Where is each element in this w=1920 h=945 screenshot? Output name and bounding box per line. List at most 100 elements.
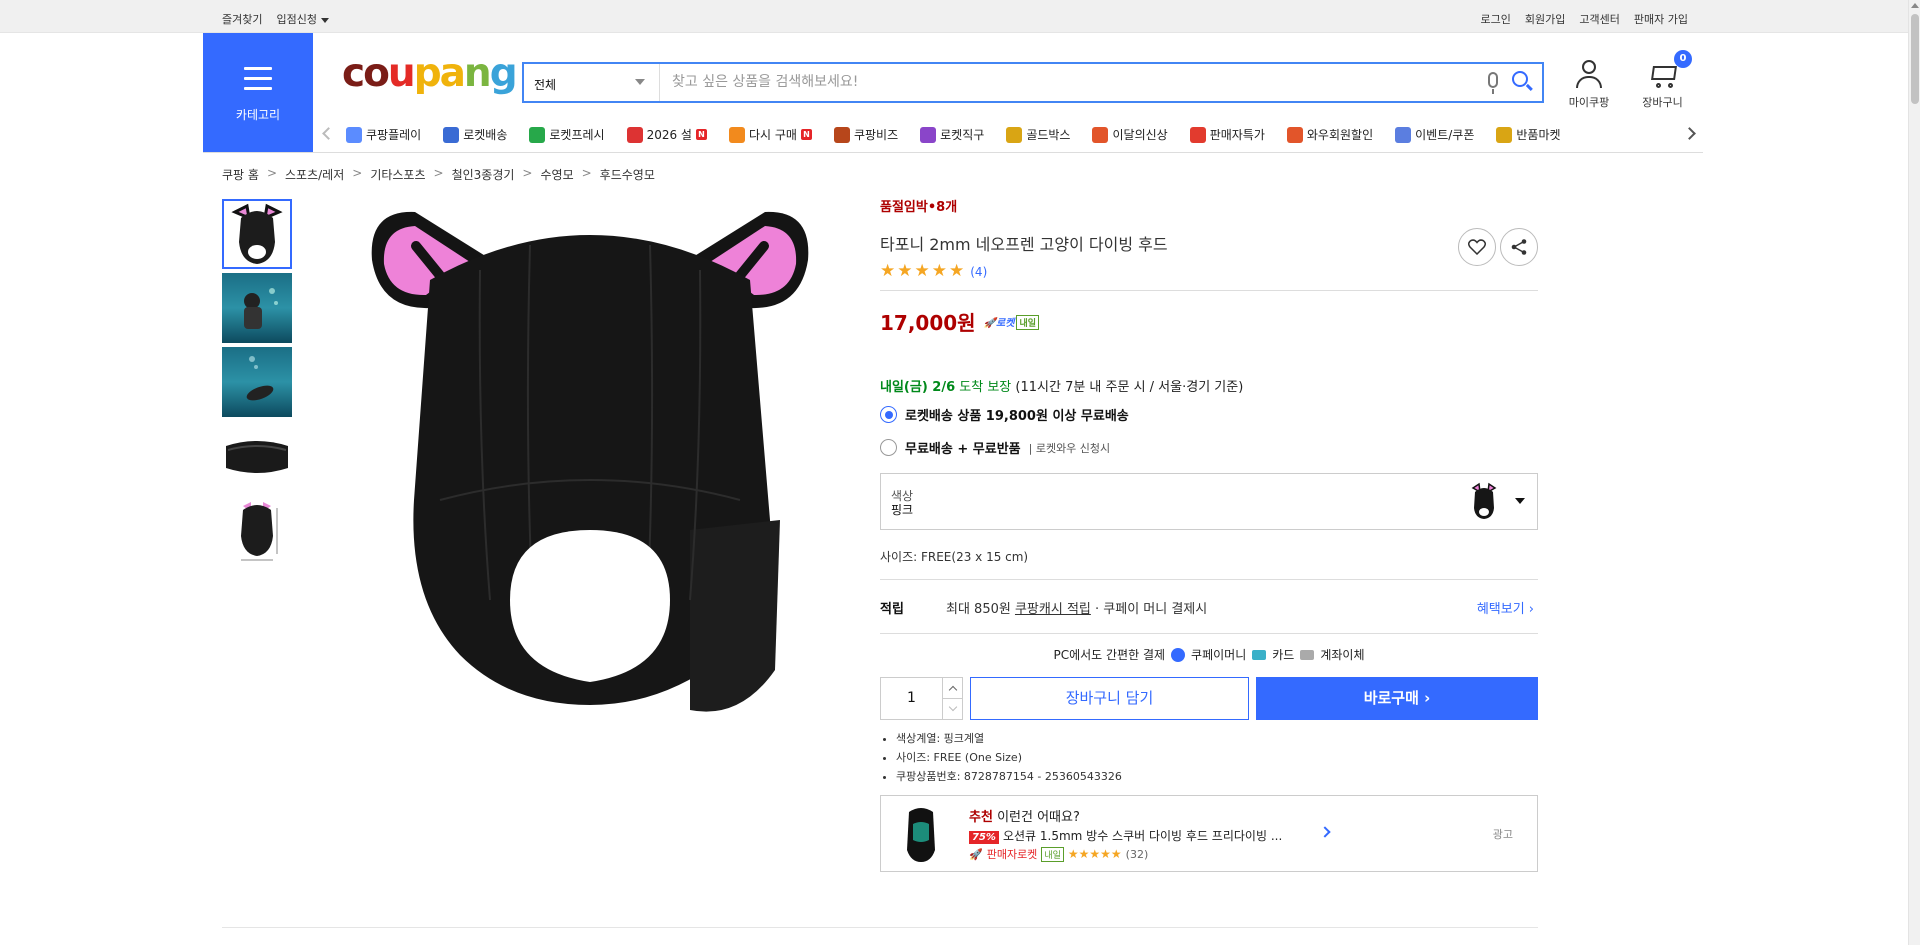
size-info: 사이즈: FREE(23 x 15 cm): [880, 550, 1029, 564]
category-nav-item[interactable]: 로켓프레시: [529, 126, 605, 143]
payment-card: 카드: [1272, 648, 1295, 662]
thumbnail-4[interactable]: [222, 421, 292, 491]
biz-icon: [833, 126, 850, 143]
category-nav-item[interactable]: 골드박스: [1006, 126, 1070, 143]
rating[interactable]: ★ ★ ★ ★ ★ (4): [880, 263, 1538, 280]
top-utility-bar: 즐겨찾기 입점신청 로그인 회원가입 고객센터 판매자 가입: [0, 0, 1908, 33]
thumbnail-5[interactable]: [222, 495, 292, 565]
customer-center-link[interactable]: 고객센터: [1579, 11, 1619, 27]
chevron-down-icon: [1515, 498, 1525, 504]
thumbnail-2[interactable]: [222, 273, 292, 343]
quantity-value[interactable]: 1: [907, 690, 916, 706]
signup-link[interactable]: 회원가입: [1525, 11, 1565, 27]
category-nav-item[interactable]: 쿠팡플레이: [346, 126, 421, 143]
mycoupang-label: 마이쿠팡: [1568, 96, 1610, 109]
category-nav-item[interactable]: 이달의신상: [1092, 126, 1168, 143]
store-apply-link[interactable]: 입점신청: [276, 11, 329, 27]
chevron-right-icon[interactable]: [1319, 826, 1331, 838]
thumbnail-1[interactable]: [222, 199, 292, 269]
shipping-option-2[interactable]: 무료배송 + 무료반품 | 로켓와우 신청시: [880, 438, 1538, 457]
delivery-condition: (11시간 7분 내 주문 시 / 서울·경기 기준): [1015, 380, 1244, 395]
recommendation-product: 75% 오션큐 1.5mm 방수 스쿠버 다이빙 후드 프리다이빙 ...: [969, 827, 1282, 844]
category-nav-label: 로켓직구: [940, 128, 985, 142]
category-nav-label: 다시 구매: [748, 128, 797, 142]
section-divider: [222, 927, 1538, 928]
radio-unselected[interactable]: [880, 439, 897, 456]
chevron-left-icon[interactable]: [322, 127, 335, 140]
global-icon: [920, 126, 937, 143]
recommendation-card[interactable]: 추천 이런건 어때요? 75% 오션큐 1.5mm 방수 스쿠버 다이빙 후드 프…: [880, 795, 1538, 872]
rocket-tag: 내일: [1016, 314, 1039, 330]
play-icon: [346, 126, 362, 143]
coupang-logo[interactable]: coupang: [342, 51, 518, 96]
quantity-stepper[interactable]: 1: [880, 677, 963, 720]
coupay-money-icon: [1171, 647, 1186, 662]
category-menu-button[interactable]: 카테고리: [203, 33, 313, 152]
login-link[interactable]: 로그인: [1481, 11, 1511, 27]
rocket-label: 로켓: [996, 317, 1015, 329]
category-nav-item[interactable]: 2026 설N: [626, 126, 707, 143]
search-input[interactable]: [670, 73, 1470, 91]
breadcrumb-item[interactable]: 철인3종경기: [452, 166, 515, 183]
reward-condition: · 쿠페이 머니 결제시: [1095, 602, 1208, 617]
quantity-increase-button[interactable]: [942, 678, 962, 699]
breadcrumb-item[interactable]: 쿠팡 홈: [222, 166, 259, 183]
logo-part: pa: [413, 51, 466, 96]
buy-now-button[interactable]: 바로구매 ›: [1256, 677, 1538, 720]
favorite-button[interactable]: [1458, 228, 1496, 266]
reward-link[interactable]: 쿠팡캐시 적립: [1015, 602, 1091, 617]
scroll-up-arrow-icon[interactable]: [1911, 3, 1919, 8]
mic-icon[interactable]: [1488, 72, 1498, 94]
search-category-select[interactable]: 전체: [524, 64, 660, 101]
new-badge-icon: N: [695, 129, 707, 140]
reward-amount: 최대 850원: [946, 602, 1011, 617]
category-nav-item[interactable]: 쿠팡비즈: [833, 126, 898, 143]
recommendation-heading-rest: 이런건 어때요?: [997, 810, 1080, 825]
scrollbar-thumb[interactable]: [1911, 14, 1919, 104]
logo-part: u: [387, 51, 416, 96]
wow-icon: [1286, 126, 1303, 143]
breadcrumb-item[interactable]: 후드수영모: [600, 166, 655, 183]
recommendation-meta: 🚀 판매자로켓 내일 ★★★★★ (32): [969, 846, 1148, 862]
shipping-option-1[interactable]: 로켓배송 상품 19,800원 이상 무료배송: [880, 405, 1538, 424]
category-nav-item[interactable]: 와우회원할인: [1286, 126, 1373, 143]
category-nav-item[interactable]: 로켓직구: [920, 126, 984, 143]
seller-signup-link[interactable]: 판매자 가입: [1634, 11, 1688, 27]
benefits-label: 혜택보기: [1476, 602, 1525, 617]
category-nav-label: 이달의신상: [1112, 128, 1168, 142]
category-nav-item[interactable]: 이벤트/쿠폰: [1395, 126, 1474, 143]
category-nav-item[interactable]: 로켓배송: [443, 126, 507, 143]
thumbnail-list: [222, 199, 294, 569]
mycoupang-button[interactable]: 마이쿠팡: [1564, 58, 1614, 110]
breadcrumb-item[interactable]: 스포츠/레저: [285, 166, 344, 183]
page-scrollbar[interactable]: [1908, 0, 1920, 945]
category-nav-label: 골드박스: [1026, 128, 1071, 142]
ad-label: 광고: [1492, 828, 1513, 841]
category-nav-item[interactable]: 다시 구매 N: [728, 126, 812, 143]
share-button[interactable]: [1500, 228, 1538, 266]
favorites-link[interactable]: 즐겨찾기: [222, 11, 262, 27]
product-title: 타포니 2mm 네오프렌 고양이 다이빙 후드: [880, 235, 1168, 254]
chevron-right-icon[interactable]: [1683, 127, 1696, 140]
breadcrumb-item[interactable]: 수영모: [540, 166, 573, 183]
search-icon[interactable]: [1512, 71, 1528, 87]
star-icon: ★: [914, 261, 930, 281]
rocket-fresh-icon: [529, 126, 546, 143]
market-icon: [1496, 126, 1513, 143]
benefits-link[interactable]: 혜택보기 ›: [1477, 598, 1534, 617]
recommended-product-name[interactable]: 오션큐 1.5mm 방수 스쿠버 다이빙 후드 프리다이빙 ...: [1003, 829, 1282, 843]
option-swatch-image: [1471, 482, 1497, 519]
gift-icon: [626, 126, 643, 143]
thumbnail-3[interactable]: [222, 347, 292, 417]
category-nav-item[interactable]: 판매자특가: [1189, 126, 1265, 143]
product-main-image: [371, 211, 809, 712]
breadcrumb-item[interactable]: 기타스포츠: [370, 166, 425, 183]
review-count[interactable]: (4): [970, 265, 987, 279]
spec-item: 쿠팡상품번호: 8728787154 - 25360543326: [896, 768, 1538, 784]
color-option-select[interactable]: 색상 핑크: [880, 473, 1538, 530]
radio-selected[interactable]: [880, 406, 897, 423]
quantity-decrease-button[interactable]: [942, 699, 962, 720]
category-nav-item[interactable]: 반품마켓: [1496, 126, 1561, 143]
add-to-cart-button[interactable]: 장바구니 담기: [970, 677, 1249, 720]
payment-money: 쿠페이머니: [1191, 648, 1247, 662]
